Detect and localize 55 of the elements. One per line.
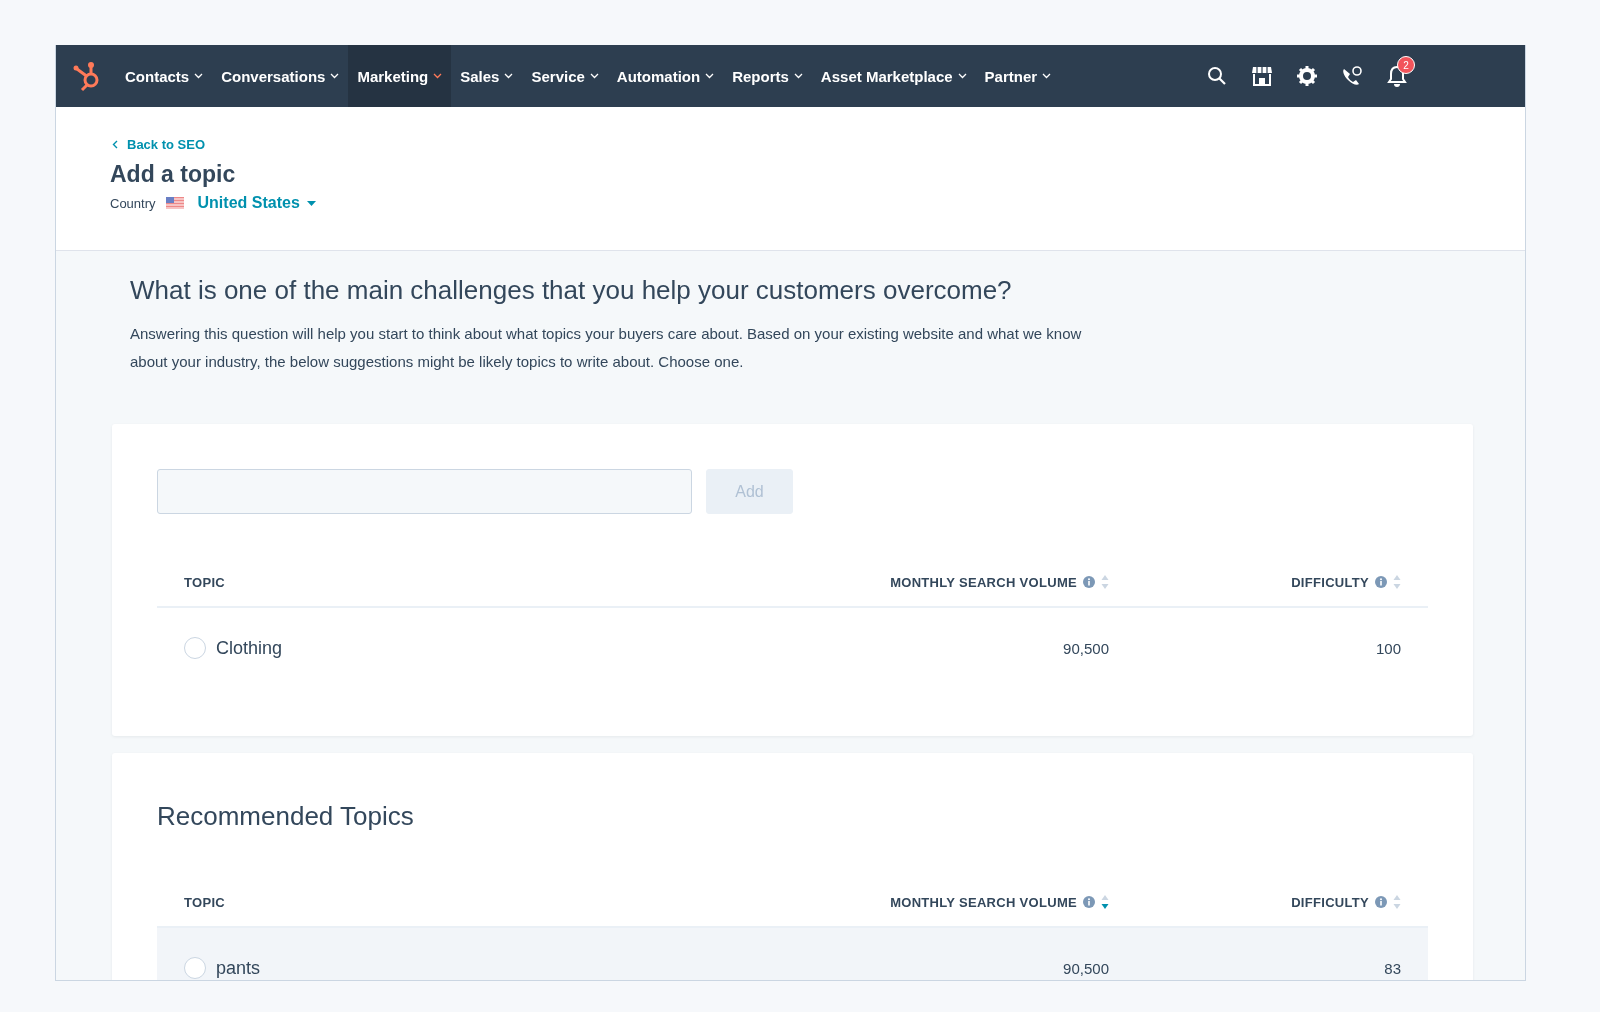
difficulty-value: 100 — [1374, 639, 1401, 657]
info-icon — [1375, 576, 1387, 588]
question-description: Answering this question will help you start to think about what topics your buyers care about. Based on your existing website and what we know about your industry, the below suggestions might be likely topics to write about. Choose one. — [130, 324, 1083, 372]
info-icon — [1083, 576, 1095, 588]
caret-icon — [330, 73, 340, 79]
nav-menu-item[interactable]: Automation — [607, 45, 724, 107]
topic-input-field[interactable] — [157, 469, 692, 514]
caret-icon — [957, 73, 967, 79]
sort-icon[interactable] — [1101, 894, 1109, 910]
caret-icon — [793, 73, 803, 79]
radio-button[interactable] — [184, 637, 206, 659]
nav-menu-item[interactable]: Sales — [451, 45, 523, 107]
radio-button[interactable] — [184, 957, 206, 979]
phone-icon[interactable] — [1341, 66, 1363, 86]
topic-name: Clothing — [216, 637, 283, 659]
caret-icon — [589, 73, 599, 79]
page-title: Add a topic — [110, 161, 237, 188]
chevron-left-icon — [112, 140, 118, 149]
nav-menu-item[interactable]: Asset Marketplace — [811, 45, 976, 107]
question-heading: What is one of the main challenges that you help your customers overcome? — [130, 275, 1013, 306]
difficulty-value: 83 — [1383, 959, 1401, 977]
caret-icon — [705, 73, 715, 79]
search-icon[interactable] — [1207, 66, 1227, 86]
settings-icon[interactable] — [1297, 66, 1317, 86]
topic-name: pants — [216, 957, 261, 979]
nav-menu-item[interactable]: Reports — [723, 45, 812, 107]
column-header[interactable]: TOPIC — [184, 574, 225, 590]
caret-icon — [194, 73, 204, 79]
nav-menu-item[interactable]: Service — [522, 45, 608, 107]
back-link[interactable]: Back to SEO — [112, 137, 206, 152]
country-dropdown[interactable]: United States — [197, 194, 316, 212]
caret-icon — [433, 73, 443, 79]
nav-menu-item[interactable]: Partner — [975, 45, 1061, 107]
column-header[interactable]: MONTHLY SEARCH VOLUME — [890, 574, 1077, 590]
notification-badge: 2 — [1397, 56, 1415, 74]
column-header[interactable]: TOPIC — [184, 894, 225, 910]
search-volume: 90,500 — [1062, 639, 1109, 657]
storefront-icon[interactable] — [1251, 66, 1273, 86]
column-header[interactable]: DIFFICULTY — [1291, 574, 1369, 590]
nav-menu-item[interactable]: Conversations — [212, 45, 349, 107]
section-heading: Recommended Topics — [157, 800, 415, 832]
nav-menu-item[interactable]: Marketing — [348, 45, 452, 107]
column-header[interactable]: DIFFICULTY — [1291, 894, 1369, 910]
country-label: Country — [110, 195, 156, 211]
caret-icon — [306, 200, 316, 206]
search-volume: 90,500 — [1062, 959, 1109, 977]
info-icon — [1083, 896, 1095, 908]
info-icon — [1375, 896, 1387, 908]
caret-icon — [504, 73, 514, 79]
table-row[interactable]: pants 90,500 83 — [157, 928, 1428, 980]
nav-menu-item[interactable]: Contacts — [116, 45, 213, 107]
caret-icon — [1042, 73, 1052, 79]
column-header[interactable]: MONTHLY SEARCH VOLUME — [890, 894, 1077, 910]
flag-icon — [165, 197, 184, 209]
table-row[interactable]: Clothing 90,500 100 — [157, 608, 1428, 688]
